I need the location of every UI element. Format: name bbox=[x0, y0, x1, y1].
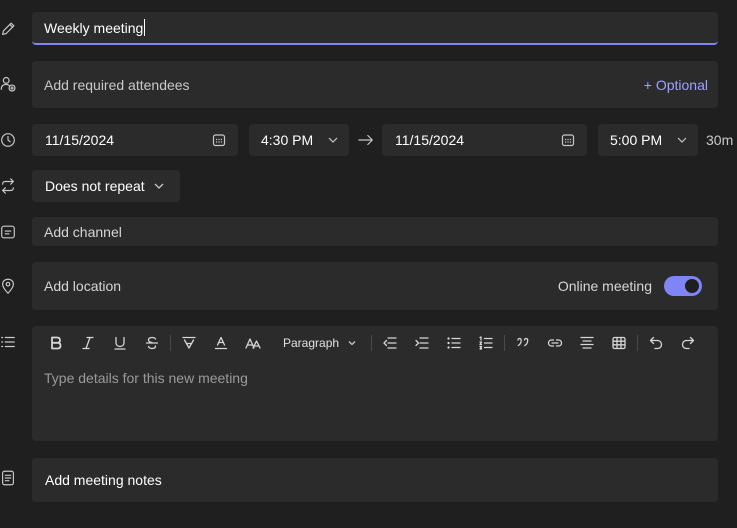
toolbar-divider bbox=[170, 335, 171, 351]
redo-icon[interactable] bbox=[672, 328, 704, 358]
undo-icon[interactable] bbox=[640, 328, 672, 358]
channel-placeholder: Add channel bbox=[44, 223, 122, 240]
italic-icon[interactable] bbox=[72, 328, 104, 358]
start-date-picker[interactable]: 11/15/2024 bbox=[32, 124, 238, 156]
font-color-icon[interactable] bbox=[205, 328, 237, 358]
highlight-icon[interactable] bbox=[173, 328, 205, 358]
end-time-value: 5:00 PM bbox=[610, 132, 663, 148]
pencil-icon bbox=[0, 19, 18, 39]
numbered-list-icon[interactable] bbox=[470, 328, 502, 358]
text-caret bbox=[144, 19, 146, 36]
format-toolbar: Paragraph bbox=[32, 326, 718, 360]
font-size-icon[interactable] bbox=[237, 328, 269, 358]
strikethrough-icon[interactable] bbox=[136, 328, 168, 358]
online-meeting-label: Online meeting bbox=[557, 278, 652, 294]
add-person-icon bbox=[0, 74, 18, 94]
meeting-notes-label: Add meeting notes bbox=[45, 472, 162, 488]
chevron-down-icon bbox=[154, 183, 164, 189]
toolbar-divider bbox=[504, 335, 506, 351]
channel-icon bbox=[0, 222, 18, 242]
clock-icon bbox=[0, 130, 18, 150]
table-icon[interactable] bbox=[603, 328, 635, 358]
meeting-title-input[interactable]: Weekly meeting bbox=[32, 12, 718, 45]
paragraph-style-dropdown[interactable]: Paragraph bbox=[269, 328, 369, 358]
end-time-picker[interactable]: 5:00 PM bbox=[598, 124, 698, 156]
decrease-indent-icon[interactable] bbox=[374, 328, 406, 358]
paragraph-style-value: Paragraph bbox=[283, 336, 340, 350]
chevron-down-icon bbox=[677, 137, 687, 143]
location-pin-icon bbox=[0, 276, 18, 296]
add-meeting-notes-button[interactable]: Add meeting notes bbox=[32, 458, 718, 502]
notes-icon bbox=[0, 468, 18, 488]
attendees-input[interactable]: Add required attendees + Optional bbox=[32, 61, 718, 108]
chevron-down-icon bbox=[328, 137, 338, 143]
arrow-right-icon bbox=[356, 130, 376, 150]
end-date-value: 11/15/2024 bbox=[395, 132, 465, 148]
align-icon[interactable] bbox=[571, 328, 603, 358]
details-placeholder: Type details for this new meeting bbox=[44, 370, 248, 386]
location-input[interactable]: Add location Online meeting bbox=[32, 262, 718, 310]
duration-label: 30m bbox=[706, 132, 734, 148]
recurrence-dropdown[interactable]: Does not repeat bbox=[32, 170, 180, 202]
meeting-title-value: Weekly meeting bbox=[44, 19, 144, 36]
bullet-list-icon[interactable] bbox=[438, 328, 470, 358]
toggle-knob bbox=[685, 279, 699, 293]
start-time-picker[interactable]: 4:30 PM bbox=[249, 124, 349, 156]
start-date-value: 11/15/2024 bbox=[45, 132, 115, 148]
link-icon[interactable] bbox=[539, 328, 571, 358]
end-date-picker[interactable]: 11/15/2024 bbox=[382, 124, 587, 156]
toolbar-divider bbox=[637, 335, 639, 351]
quote-icon[interactable] bbox=[507, 328, 539, 358]
repeat-icon bbox=[0, 176, 18, 196]
increase-indent-icon[interactable] bbox=[406, 328, 438, 358]
optional-attendees-link[interactable]: + Optional bbox=[644, 77, 708, 93]
underline-icon[interactable] bbox=[104, 328, 136, 358]
calendar-icon bbox=[212, 134, 226, 147]
location-placeholder: Add location bbox=[44, 278, 122, 294]
chevron-down-icon bbox=[348, 341, 356, 346]
attendees-placeholder: Add required attendees bbox=[44, 76, 190, 93]
meeting-details-editor[interactable]: Paragraph Type details for this new meet… bbox=[32, 326, 718, 441]
recurrence-value: Does not repeat bbox=[45, 178, 145, 194]
bold-icon[interactable] bbox=[40, 328, 72, 358]
online-meeting-toggle[interactable] bbox=[664, 276, 702, 296]
details-list-icon bbox=[0, 332, 18, 352]
start-time-value: 4:30 PM bbox=[261, 132, 314, 148]
toolbar-divider bbox=[371, 335, 373, 351]
channel-input[interactable]: Add channel bbox=[32, 217, 718, 246]
calendar-icon bbox=[561, 134, 575, 147]
